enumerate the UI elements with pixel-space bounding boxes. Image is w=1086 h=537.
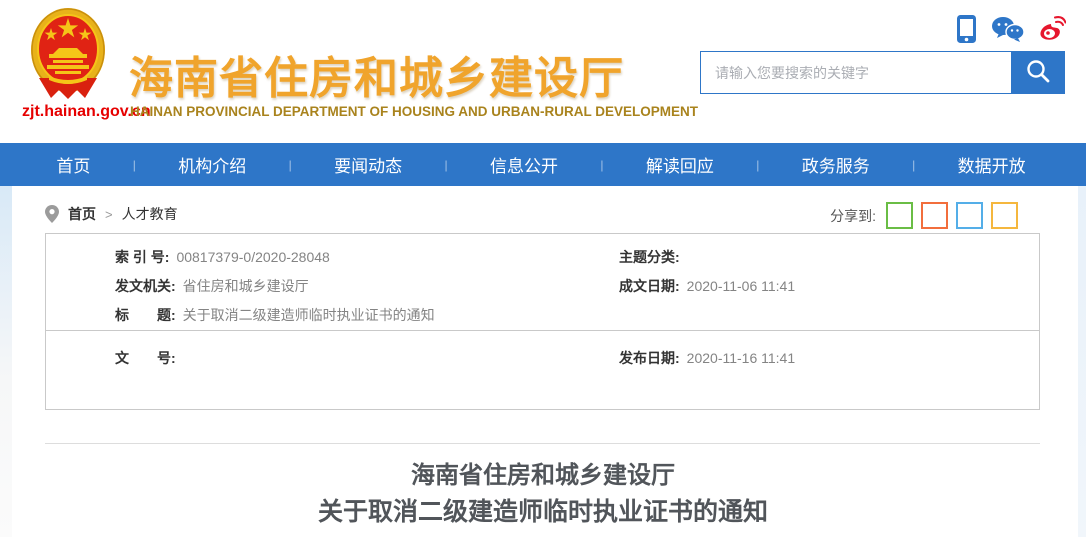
- meta-doc-no-cell: 文 号:: [46, 348, 619, 368]
- meta-written-date-cell: 成文日期: 2020-11-06 11:41: [619, 276, 1039, 296]
- breadcrumb-separator: >: [105, 207, 113, 222]
- breadcrumb-current[interactable]: 人才教育: [122, 204, 178, 224]
- meta-title-value: 关于取消二级建造师临时执业证书的通知: [183, 305, 435, 325]
- search-button[interactable]: [1011, 52, 1064, 93]
- document-title-line2: 关于取消二级建造师临时执业证书的通知: [0, 495, 1086, 529]
- meta-agency-label: 发文机关:: [115, 276, 176, 296]
- meta-written-date-value: 2020-11-06 11:41: [687, 278, 795, 294]
- breadcrumb-row: 首页 > 人才教育 分享到:: [45, 198, 1040, 232]
- nav-item-home[interactable]: 首页: [56, 152, 90, 177]
- nav-item-open-data[interactable]: 数据开放: [958, 152, 1026, 177]
- table-row: 发文机关: 省住房和城乡建设厅 成文日期: 2020-11-06 11:41: [46, 271, 1039, 300]
- meta-title-label: 标 题:: [115, 305, 176, 325]
- meta-index-label: 索 引 号:: [115, 247, 169, 267]
- nav-item-info-disclosure[interactable]: 信息公开: [490, 152, 558, 177]
- meta-publish-date-cell: 发布日期: 2020-11-16 11:41: [619, 348, 1039, 368]
- page: zjt.hainan.gov.cn 海南省住房和城乡建设厅 HAINAN PRO…: [0, 0, 1086, 537]
- main-nav: 首页 | 机构介绍 | 要闻动态 | 信息公开 | 解读回应 | 政务服务 | …: [0, 143, 1086, 186]
- table-row: 索 引 号: 00817379-0/2020-28048 主题分类:: [46, 242, 1039, 271]
- share-box-2[interactable]: [921, 202, 948, 229]
- search-input[interactable]: [701, 52, 1011, 93]
- meta-publish-date-label: 发布日期:: [619, 348, 680, 368]
- share-box-4[interactable]: [991, 202, 1018, 229]
- table-row: 文 号: 发布日期: 2020-11-16 11:41: [46, 343, 1039, 372]
- mobile-icon[interactable]: [956, 14, 977, 49]
- meta-index-value: 00817379-0/2020-28048: [176, 249, 329, 265]
- document-title: 海南省住房和城乡建设厅 关于取消二级建造师临时执业证书的通知: [0, 460, 1086, 529]
- nav-item-services[interactable]: 政务服务: [802, 152, 870, 177]
- meta-topic-label: 主题分类:: [619, 247, 680, 267]
- meta-lower-section: 文 号: 发布日期: 2020-11-16 11:41: [46, 331, 1039, 372]
- search-icon: [1025, 58, 1051, 87]
- breadcrumb-home-link[interactable]: 首页: [68, 204, 96, 224]
- nav-separator: |: [289, 158, 292, 172]
- meta-agency-value: 省住房和城乡建设厅: [183, 276, 309, 296]
- nav-item-news[interactable]: 要闻动态: [334, 152, 402, 177]
- site-title: 海南省住房和城乡建设厅: [129, 42, 624, 106]
- nav-item-about[interactable]: 机构介绍: [178, 152, 246, 177]
- meta-publish-date-value: 2020-11-16 11:41: [687, 350, 795, 366]
- meta-doc-no-label: 文 号:: [115, 348, 176, 368]
- meta-topic-cell: 主题分类:: [619, 247, 1039, 267]
- nav-separator: |: [756, 158, 759, 172]
- table-row: 标 题: 关于取消二级建造师临时执业证书的通知: [46, 300, 1039, 329]
- site-url[interactable]: zjt.hainan.gov.cn: [22, 103, 126, 121]
- content-divider: [45, 443, 1040, 444]
- meta-agency-cell: 发文机关: 省住房和城乡建设厅: [46, 276, 619, 296]
- site-subtitle: HAINAN PROVINCIAL DEPARTMENT OF HOUSING …: [130, 104, 698, 119]
- meta-index-cell: 索 引 号: 00817379-0/2020-28048: [46, 247, 619, 267]
- china-national-emblem-icon: [29, 6, 107, 101]
- header-quick-icons: [956, 14, 1066, 49]
- wechat-icon[interactable]: [991, 16, 1025, 47]
- meta-title-cell: 标 题: 关于取消二级建造师临时执业证书的通知: [46, 305, 946, 325]
- share-bar: 分享到:: [830, 202, 1018, 229]
- share-label: 分享到:: [830, 206, 876, 226]
- share-box-3[interactable]: [956, 202, 983, 229]
- meta-written-date-label: 成文日期:: [619, 276, 680, 296]
- nav-separator: |: [133, 158, 136, 172]
- document-title-line1: 海南省住房和城乡建设厅: [0, 460, 1086, 492]
- document-meta-table: 索 引 号: 00817379-0/2020-28048 主题分类: 发文机关:…: [45, 233, 1040, 410]
- nav-separator: |: [600, 158, 603, 172]
- nav-separator: |: [912, 158, 915, 172]
- weibo-icon[interactable]: [1039, 16, 1066, 47]
- nav-item-interpretation[interactable]: 解读回应: [646, 152, 714, 177]
- nav-separator: |: [445, 158, 448, 172]
- location-pin-icon: [45, 205, 59, 223]
- site-header: zjt.hainan.gov.cn 海南省住房和城乡建设厅 HAINAN PRO…: [0, 0, 1086, 143]
- breadcrumb: 首页 > 人才教育: [45, 204, 178, 224]
- meta-upper-section: 索 引 号: 00817379-0/2020-28048 主题分类: 发文机关:…: [46, 234, 1039, 331]
- search-bar: [700, 51, 1065, 94]
- share-box-1[interactable]: [886, 202, 913, 229]
